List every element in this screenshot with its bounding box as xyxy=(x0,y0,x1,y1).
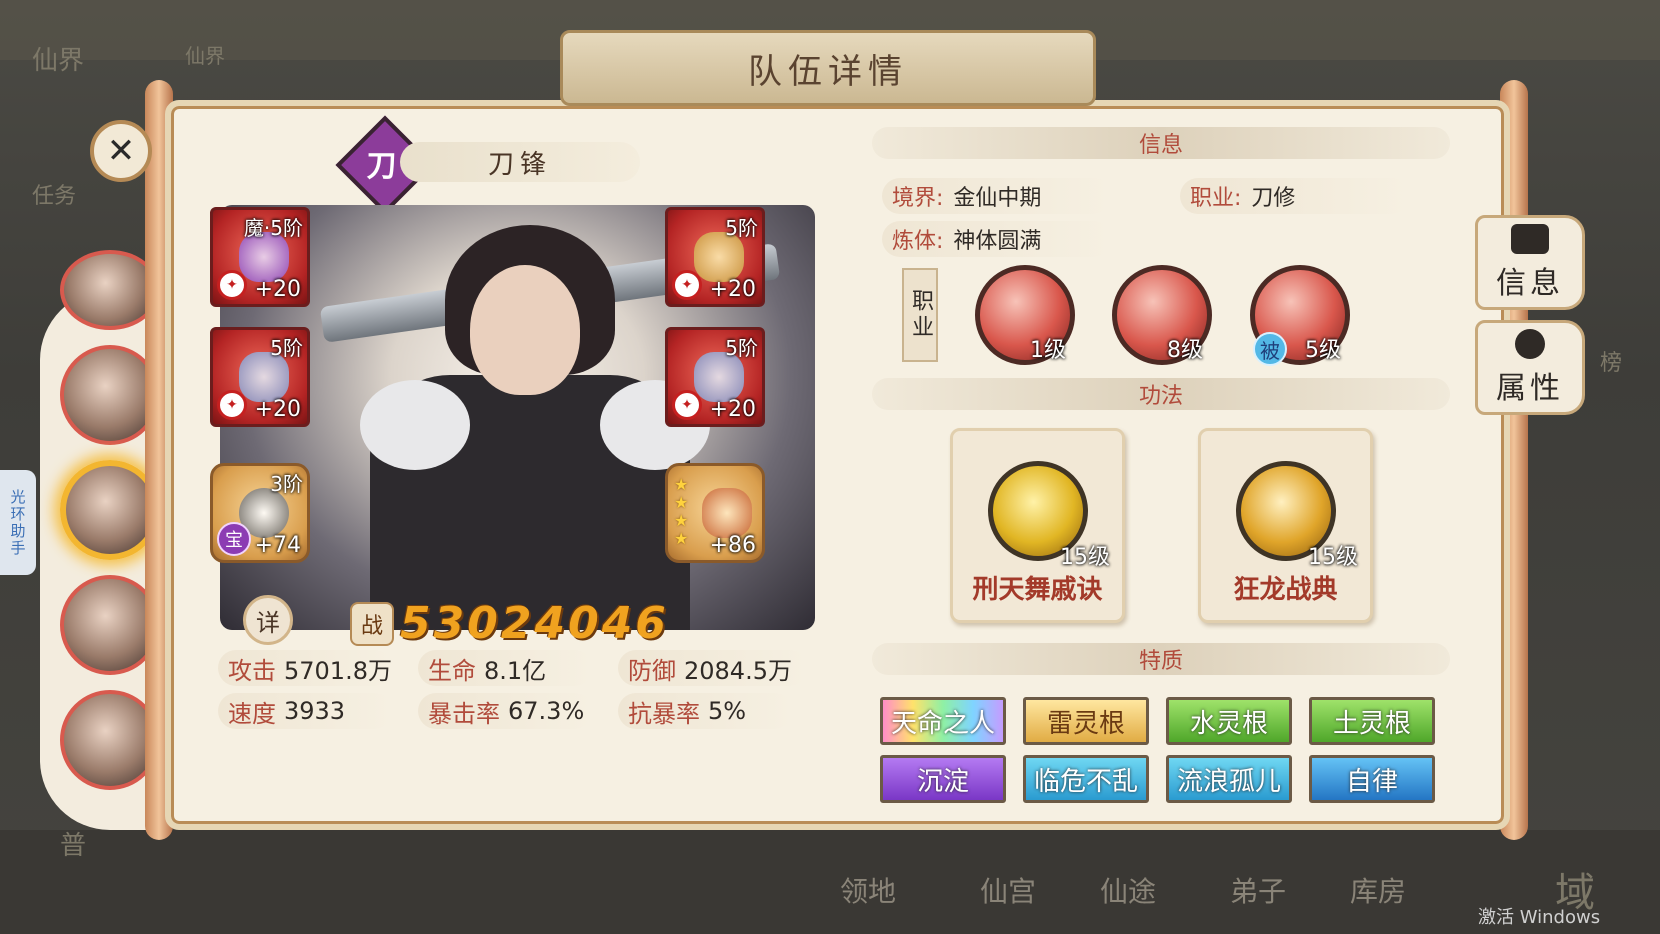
equip-level: +20 xyxy=(254,277,301,302)
nav-item-territory[interactable]: 领地 xyxy=(840,870,896,910)
artifact-icon xyxy=(702,488,752,538)
trait-badge[interactable]: 沉淀 xyxy=(880,755,1006,803)
bg-rank-label: 榜 xyxy=(1600,351,1623,376)
close-button[interactable]: ✕ xyxy=(90,120,152,182)
stat-hp: 生命 8.1亿 xyxy=(418,650,593,686)
combat-power: 战 53024046 xyxy=(350,598,669,649)
fire-element-icon: ✦ xyxy=(217,390,247,420)
info-body-refine: 炼体: 神体圆满 xyxy=(882,221,1112,257)
power-value: 53024046 xyxy=(400,598,669,649)
fire-element-icon: ✦ xyxy=(672,270,702,300)
treasure-badge: 宝 xyxy=(217,522,251,556)
equip-level: +20 xyxy=(254,397,301,422)
trait-badge[interactable]: 天命之人 xyxy=(880,697,1006,745)
equip-tier: 5阶 xyxy=(725,216,758,240)
star-rating-icon: ★ ★ ★ ★ xyxy=(674,475,689,548)
info-realm: 境界: 金仙中期 xyxy=(882,178,1112,214)
equip-level: +86 xyxy=(709,533,756,558)
detail-button[interactable]: 详 xyxy=(243,595,293,645)
fur-collar-left xyxy=(360,380,470,470)
equip-slot-artifact[interactable]: ★ ★ ★ ★ +86 xyxy=(665,463,765,563)
passive-badge: 被 xyxy=(1253,332,1287,366)
trait-badge[interactable]: 雷灵根 xyxy=(1023,697,1149,745)
job-skill-1[interactable]: 1级 xyxy=(975,265,1075,365)
bg-realm-label: 仙界 xyxy=(32,46,85,76)
windows-activation-watermark: 激活 Windows xyxy=(1478,907,1601,928)
hero-name: 刀锋 xyxy=(400,142,640,182)
section-info-header: 信息 xyxy=(872,127,1450,159)
stat-defense: 防御 2084.5万 xyxy=(618,650,808,686)
gongfa-card-1[interactable]: 15级 刑天舞戚诀 xyxy=(950,428,1125,623)
trait-badge[interactable]: 自律 xyxy=(1309,755,1435,803)
bg-realm-sub: 仙界 xyxy=(185,44,225,68)
hero-face-art xyxy=(470,265,580,395)
equip-level: +74 xyxy=(254,533,301,558)
gongfa-level: 15级 xyxy=(1060,545,1110,570)
scroll-icon xyxy=(1511,223,1549,254)
close-icon: ✕ xyxy=(106,131,136,171)
power-icon: 战 xyxy=(350,601,394,646)
equip-slot-boots[interactable]: 5阶 ✦ +20 xyxy=(665,327,765,427)
section-traits-header: 特质 xyxy=(872,643,1450,675)
stat-crit-rate: 暴击率 67.3% xyxy=(418,693,593,729)
tab-attributes[interactable]: 属性 xyxy=(1475,320,1585,415)
trait-badge[interactable]: 水灵根 xyxy=(1166,697,1292,745)
nav-item-palace[interactable]: 仙宫 xyxy=(980,870,1036,910)
equip-level: +20 xyxy=(709,277,756,302)
equip-tier: 5阶 xyxy=(725,336,758,360)
stat-speed: 速度 3933 xyxy=(218,693,393,729)
section-gongfa-header: 功法 xyxy=(872,378,1450,410)
fire-element-icon: ✦ xyxy=(217,270,247,300)
trait-badge[interactable]: 土灵根 xyxy=(1309,697,1435,745)
equip-tier: 魔·5阶 xyxy=(243,216,303,240)
tab-info-label: 信息 xyxy=(1496,265,1564,301)
equip-tier: 3阶 xyxy=(270,472,303,496)
stat-attack: 攻击 5701.8万 xyxy=(218,650,393,686)
equip-slot-accessory[interactable]: 5阶 ✦ +20 xyxy=(665,207,765,307)
nav-item-disciples[interactable]: 弟子 xyxy=(1230,870,1286,910)
equip-slot-treasure[interactable]: 3阶 宝 +74 xyxy=(210,463,310,563)
bg-task-label[interactable]: 任务 xyxy=(32,178,76,210)
bg-bottom-left: 普 xyxy=(60,831,87,861)
job-skill-2[interactable]: 8级 xyxy=(1112,265,1212,365)
trait-badge[interactable]: 流浪孤儿 xyxy=(1166,755,1292,803)
job-skill-3[interactable]: 被 5级 xyxy=(1250,265,1350,366)
trait-badge[interactable]: 临危不乱 xyxy=(1023,755,1149,803)
window-title: 队伍详情 xyxy=(560,30,1096,106)
equip-slot-weapon[interactable]: 魔·5阶 ✦ +20 xyxy=(210,207,310,307)
person-icon xyxy=(1515,328,1545,359)
job-skill-tag: 职业 xyxy=(902,268,938,362)
bottom-nav-bar xyxy=(0,830,1660,934)
nav-item-path[interactable]: 仙途 xyxy=(1100,870,1156,910)
fire-element-icon: ✦ xyxy=(672,390,702,420)
tab-info[interactable]: 信息 xyxy=(1475,215,1585,310)
gongfa-card-2[interactable]: 15级 狂龙战典 xyxy=(1198,428,1373,623)
info-job: 职业: 刀修 xyxy=(1180,178,1410,214)
equip-slot-armor[interactable]: 5阶 ✦ +20 xyxy=(210,327,310,427)
gongfa-level: 15级 xyxy=(1308,545,1358,570)
stat-crit-resist: 抗暴率 5% xyxy=(618,693,793,729)
helper-side-tab[interactable]: 光环助手 xyxy=(0,470,36,575)
tab-attributes-label: 属性 xyxy=(1496,370,1564,406)
equip-tier: 5阶 xyxy=(270,336,303,360)
gongfa-name: 刑天舞戚诀 xyxy=(972,575,1103,605)
equip-level: +20 xyxy=(709,397,756,422)
gongfa-name: 狂龙战典 xyxy=(1233,575,1338,605)
nav-item-storage[interactable]: 库房 xyxy=(1350,870,1406,910)
